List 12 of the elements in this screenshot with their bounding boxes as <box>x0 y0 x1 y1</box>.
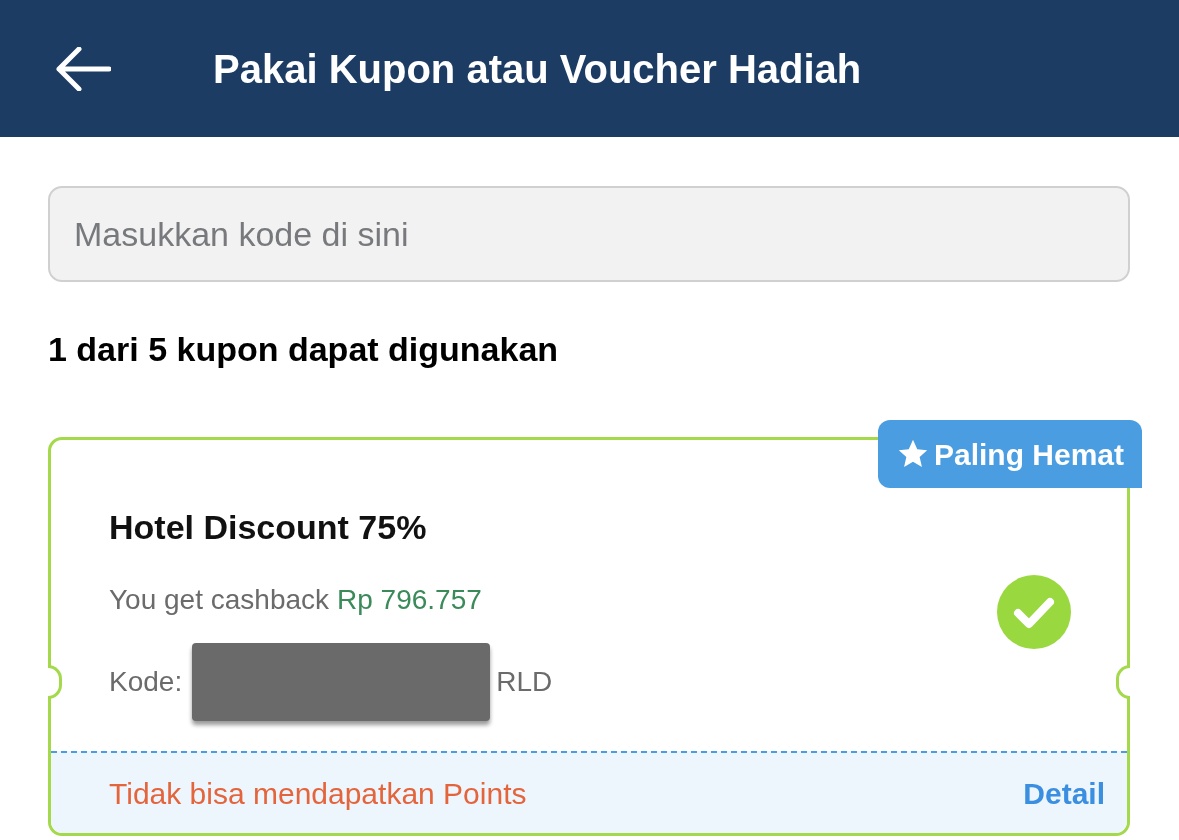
code-text: RLD <box>496 665 553 699</box>
code-input-field[interactable]: Masukkan kode di sini <box>48 186 1130 282</box>
badge-text: Paling Hemat <box>933 436 1124 473</box>
cashback-label: You get cashback <box>109 583 330 617</box>
cashback-amount: Rp 796.757 <box>337 583 482 617</box>
coupon-count-text: 1 dari 5 kupon dapat digunakan <box>48 329 560 370</box>
points-note: Tidak bisa mendapatkan Points <box>109 775 527 812</box>
back-arrow-icon[interactable] <box>55 46 111 91</box>
page-title: Pakai Kupon atau Voucher Hadiah <box>213 45 862 93</box>
code-label: Kode: <box>109 665 183 699</box>
coupon-title: Hotel Discount 75% <box>109 507 428 548</box>
check-icon <box>997 574 1071 649</box>
